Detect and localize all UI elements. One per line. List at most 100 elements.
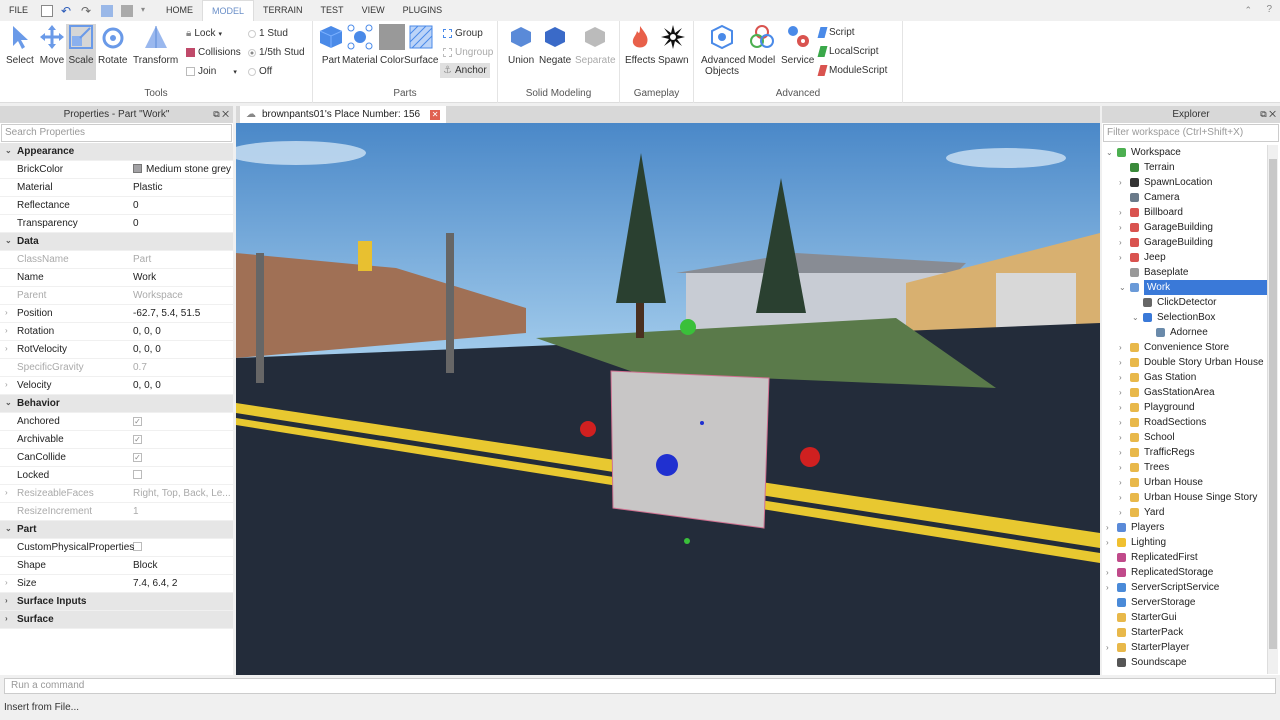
material-button[interactable]: Material: [342, 24, 378, 66]
chevron-right-icon[interactable]: ›: [1119, 490, 1122, 505]
explorer-item[interactable]: › Lighting: [1102, 535, 1266, 550]
chevron-right-icon[interactable]: ›: [1106, 565, 1109, 580]
explorer-scrollbar[interactable]: [1267, 145, 1278, 674]
chevron-right-icon[interactable]: ›: [5, 308, 8, 317]
explorer-item[interactable]: › Convenience Store: [1102, 340, 1266, 355]
chevron-right-icon[interactable]: ›: [1119, 385, 1122, 400]
resize-handle-red[interactable]: [800, 447, 820, 467]
resize-handle-green[interactable]: [680, 319, 696, 335]
model-button[interactable]: Model: [748, 24, 775, 66]
chevron-right-icon[interactable]: ›: [1106, 520, 1109, 535]
chevron-right-icon[interactable]: ›: [5, 614, 8, 623]
property-row[interactable]: Parent Workspace: [0, 287, 233, 305]
close-tab-icon[interactable]: ✕: [430, 109, 441, 120]
modulescript-button[interactable]: ModuleScript: [817, 65, 887, 76]
select-tool[interactable]: Select: [6, 24, 34, 66]
chevron-down-icon[interactable]: ⌄: [1106, 145, 1113, 160]
explorer-item[interactable]: › Players: [1102, 520, 1266, 535]
color-button[interactable]: Color: [379, 24, 405, 66]
explorer-item[interactable]: › Yard: [1102, 505, 1266, 520]
script-button[interactable]: Script: [817, 27, 855, 38]
property-row[interactable]: SpecificGravity 0.7: [0, 359, 233, 377]
redo-icon[interactable]: ↷: [81, 5, 93, 17]
explorer-item[interactable]: Adornee: [1102, 325, 1266, 340]
explorer-item[interactable]: › Urban House: [1102, 475, 1266, 490]
snap-off-radio[interactable]: Off: [248, 66, 272, 77]
tab-view[interactable]: VIEW: [353, 0, 394, 21]
explorer-item[interactable]: › RoadSections: [1102, 415, 1266, 430]
explorer-item[interactable]: ServerStorage: [1102, 595, 1266, 610]
explorer-item[interactable]: › ServerScriptService: [1102, 580, 1266, 595]
move-tool[interactable]: Move: [39, 24, 65, 66]
chevron-right-icon[interactable]: ›: [1106, 580, 1109, 595]
checkbox-checked-icon[interactable]: ✓: [133, 417, 142, 426]
chevron-down-icon[interactable]: ⌄: [1132, 310, 1139, 325]
explorer-item[interactable]: › Playground: [1102, 400, 1266, 415]
property-category[interactable]: ⌄ Part: [0, 521, 233, 539]
chevron-right-icon[interactable]: ›: [1106, 535, 1109, 550]
chevron-down-icon[interactable]: ⌄: [5, 236, 12, 245]
explorer-item[interactable]: › SpawnLocation: [1102, 175, 1266, 190]
property-row[interactable]: Reflectance 0: [0, 197, 233, 215]
checkbox-icon[interactable]: [133, 469, 142, 479]
part-button[interactable]: Part: [318, 24, 344, 66]
collapse-ribbon-icon[interactable]: ⌃: [1244, 5, 1252, 16]
checkbox-checked-icon[interactable]: ✓: [133, 435, 142, 444]
explorer-item[interactable]: Soundscape: [1102, 655, 1266, 670]
property-row[interactable]: CanCollide ✓: [0, 449, 233, 467]
separate-button[interactable]: Separate: [575, 24, 616, 66]
tab-place[interactable]: ☁ brownpants01's Place Number: 156 ✕: [240, 106, 447, 123]
chevron-right-icon[interactable]: ›: [1119, 460, 1122, 475]
property-row[interactable]: › RotVelocity 0, 0, 0: [0, 341, 233, 359]
explorer-item[interactable]: ⌄ Work: [1102, 280, 1270, 295]
property-category[interactable]: ⌄ Appearance: [0, 143, 233, 161]
property-row[interactable]: ResizeIncrement 1: [0, 503, 233, 521]
tab-model[interactable]: MODEL: [202, 0, 255, 21]
property-row[interactable]: Shape Block: [0, 557, 233, 575]
property-row[interactable]: › Position -62.7, 5.4, 51.5: [0, 305, 233, 323]
explorer-item[interactable]: Baseplate: [1102, 265, 1266, 280]
3d-viewport[interactable]: [236, 123, 1100, 675]
chevron-right-icon[interactable]: ›: [1119, 415, 1122, 430]
negate-button[interactable]: Negate: [539, 24, 571, 66]
transform-tool[interactable]: Transform: [133, 24, 178, 66]
chevron-right-icon[interactable]: ›: [5, 344, 8, 353]
chevron-right-icon[interactable]: ›: [1119, 505, 1122, 520]
chevron-down-icon[interactable]: ⌄: [5, 146, 12, 155]
snap-fifth-stud-radio[interactable]: 1/5th Stud: [248, 47, 305, 58]
chevron-right-icon[interactable]: ›: [5, 488, 8, 497]
service-button[interactable]: Service: [781, 24, 814, 66]
localscript-button[interactable]: LocalScript: [817, 46, 878, 57]
chevron-right-icon[interactable]: ›: [1119, 400, 1122, 415]
property-row[interactable]: › Rotation 0, 0, 0: [0, 323, 233, 341]
property-category[interactable]: › Surface Inputs: [0, 593, 233, 611]
chevron-down-icon[interactable]: ⌄: [5, 398, 12, 407]
command-bar-input[interactable]: Run a command: [4, 678, 1276, 694]
union-button[interactable]: Union: [508, 24, 534, 66]
explorer-item[interactable]: Camera: [1102, 190, 1266, 205]
explorer-item[interactable]: › Trees: [1102, 460, 1266, 475]
resize-handle-blue[interactable]: [656, 454, 678, 476]
explorer-item[interactable]: StarterGui: [1102, 610, 1266, 625]
filter-workspace-input[interactable]: Filter workspace (Ctrl+Shift+X): [1103, 124, 1279, 142]
property-category[interactable]: ⌄ Data: [0, 233, 233, 251]
property-category[interactable]: › Surface: [0, 611, 233, 629]
property-row[interactable]: Material Plastic: [0, 179, 233, 197]
property-row[interactable]: Name Work: [0, 269, 233, 287]
explorer-item[interactable]: › Double Story Urban House: [1102, 355, 1266, 370]
tab-home[interactable]: HOME: [157, 0, 202, 21]
property-row[interactable]: › ResizeableFaces Right, Top, Back, Le...: [0, 485, 233, 503]
explorer-item[interactable]: ⌄ Workspace: [1102, 145, 1266, 160]
undo-icon[interactable]: ↶: [61, 5, 73, 17]
property-row[interactable]: Transparency 0: [0, 215, 233, 233]
chevron-right-icon[interactable]: ›: [1119, 235, 1122, 250]
spawn-button[interactable]: Spawn: [658, 24, 689, 66]
explorer-item[interactable]: › TrafficRegs: [1102, 445, 1266, 460]
explorer-item[interactable]: › Gas Station: [1102, 370, 1266, 385]
chevron-right-icon[interactable]: ›: [5, 578, 8, 587]
property-row[interactable]: Archivable ✓: [0, 431, 233, 449]
work-part[interactable]: [610, 370, 770, 529]
search-properties-input[interactable]: Search Properties: [1, 124, 232, 142]
chevron-right-icon[interactable]: ›: [1119, 430, 1122, 445]
property-category[interactable]: ⌄ Behavior: [0, 395, 233, 413]
